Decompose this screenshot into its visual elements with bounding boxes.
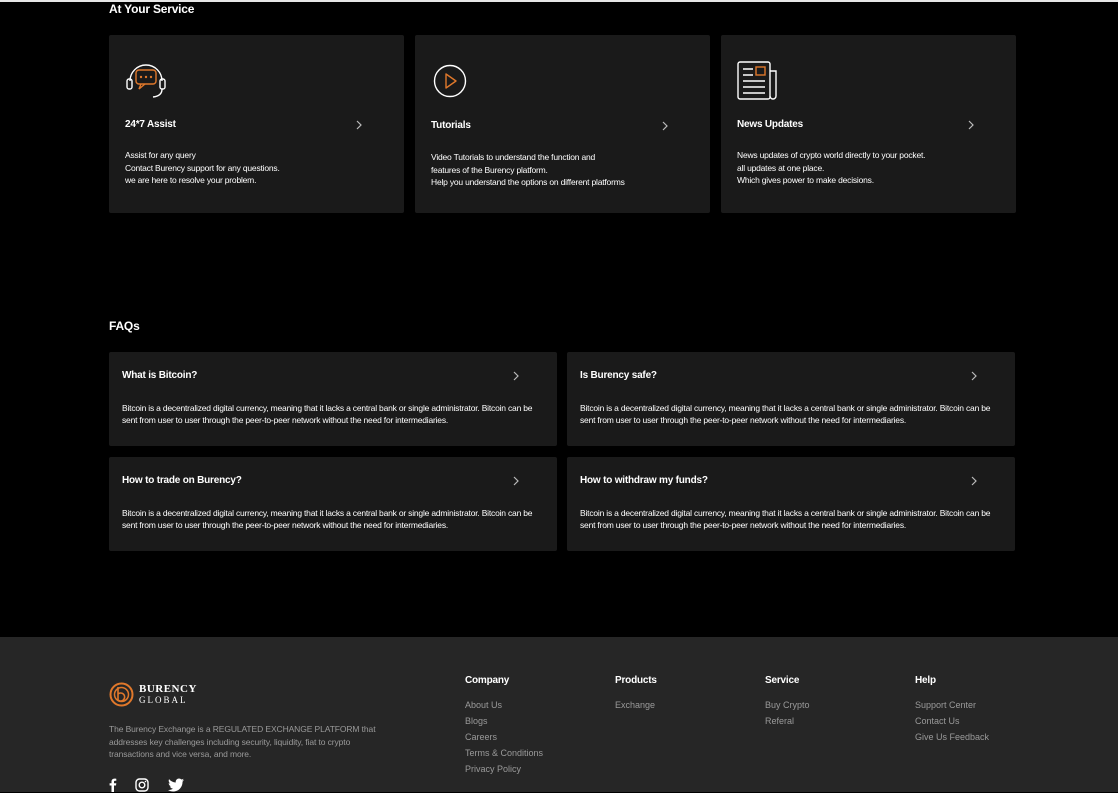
faq-answer: Bitcoin is a decentralized digital curre… — [122, 403, 533, 426]
faq-item[interactable]: What is Bitcoin? Bitcoin is a decentrali… — [109, 352, 557, 446]
service-title: Tutorials — [431, 120, 471, 131]
footer-column-products: Products Exchange — [615, 675, 657, 713]
faqs-section-title: FAQs — [109, 319, 140, 333]
footer-link-careers[interactable]: Careers — [465, 729, 543, 745]
faq-question: Is Burency safe? — [580, 370, 657, 381]
faq-item[interactable]: Is Burency safe? Bitcoin is a decentrali… — [567, 352, 1015, 446]
chevron-right-icon[interactable] — [965, 119, 977, 131]
chevron-right-icon[interactable] — [510, 475, 522, 487]
chevron-right-icon[interactable] — [968, 370, 980, 382]
faq-question: What is Bitcoin? — [122, 370, 198, 381]
footer-column-heading: Company — [465, 675, 510, 686]
chevron-right-icon[interactable] — [353, 119, 365, 131]
footer-column-service: Service Buy Crypto Referal — [765, 675, 810, 729]
faq-question: How to withdraw my funds? — [580, 475, 708, 486]
footer-column-heading: Products — [615, 675, 657, 686]
faq-answer: Bitcoin is a decentralized digital curre… — [580, 403, 991, 426]
footer-column-help: Help Support Center Contact Us Give Us F… — [915, 675, 989, 745]
services-section-title: At Your Service — [109, 2, 195, 16]
service-card-assist[interactable]: 24*7 Assist Assist for any query Contact… — [109, 35, 404, 213]
footer-link-feedback[interactable]: Give Us Feedback — [915, 729, 989, 745]
footer-column-heading: Service — [765, 675, 800, 686]
newspaper-icon — [737, 61, 777, 100]
play-icon — [433, 64, 467, 98]
footer-link-privacy[interactable]: Privacy Policy — [465, 761, 543, 777]
twitter-icon[interactable] — [167, 777, 185, 793]
service-description: Assist for any query Contact Burency sup… — [125, 150, 280, 186]
faq-answer: Bitcoin is a decentralized digital curre… — [580, 508, 991, 531]
support-chat-icon — [126, 64, 166, 98]
instagram-icon[interactable] — [134, 777, 150, 793]
service-description: News updates of crypto world directly to… — [737, 150, 926, 186]
logo-subtitle: GLOBAL — [139, 695, 188, 705]
chevron-right-icon[interactable] — [968, 475, 980, 487]
chevron-right-icon[interactable] — [659, 120, 671, 132]
chevron-right-icon[interactable] — [510, 370, 522, 382]
faq-item[interactable]: How to trade on Burency? Bitcoin is a de… — [109, 457, 557, 551]
faq-answer: Bitcoin is a decentralized digital curre… — [122, 508, 533, 531]
footer-link-blogs[interactable]: Blogs — [465, 713, 543, 729]
service-card-tutorials[interactable]: Tutorials Video Tutorials to understand … — [415, 35, 710, 213]
footer-link-about-us[interactable]: About Us — [465, 697, 543, 713]
footer-link-referal[interactable]: Referal — [765, 713, 810, 729]
faq-item[interactable]: How to withdraw my funds? Bitcoin is a d… — [567, 457, 1015, 551]
footer-about-text: The Burency Exchange is a REGULATED EXCH… — [109, 724, 376, 760]
footer-link-buy-crypto[interactable]: Buy Crypto — [765, 697, 810, 713]
service-title: 24*7 Assist — [125, 119, 176, 130]
service-card-news[interactable]: News Updates News updates of crypto worl… — [721, 35, 1016, 213]
footer-link-support-center[interactable]: Support Center — [915, 697, 989, 713]
burency-logo-icon — [109, 682, 134, 707]
logo-wordmark: BURENCY — [139, 683, 197, 695]
footer-column-heading: Help — [915, 675, 936, 686]
service-title: News Updates — [737, 119, 803, 130]
footer-link-exchange[interactable]: Exchange — [615, 697, 657, 713]
burency-logo[interactable]: BURENCY GLOBAL — [109, 682, 209, 708]
footer-column-company: Company About Us Blogs Careers Terms & C… — [465, 675, 543, 777]
footer-link-contact-us[interactable]: Contact Us — [915, 713, 989, 729]
footer: BURENCY GLOBAL The Burency Exchange is a… — [0, 637, 1118, 792]
facebook-icon[interactable] — [105, 777, 121, 793]
faq-question: How to trade on Burency? — [122, 475, 242, 486]
footer-link-terms[interactable]: Terms & Conditions — [465, 745, 543, 761]
service-description: Video Tutorials to understand the functi… — [431, 152, 625, 188]
